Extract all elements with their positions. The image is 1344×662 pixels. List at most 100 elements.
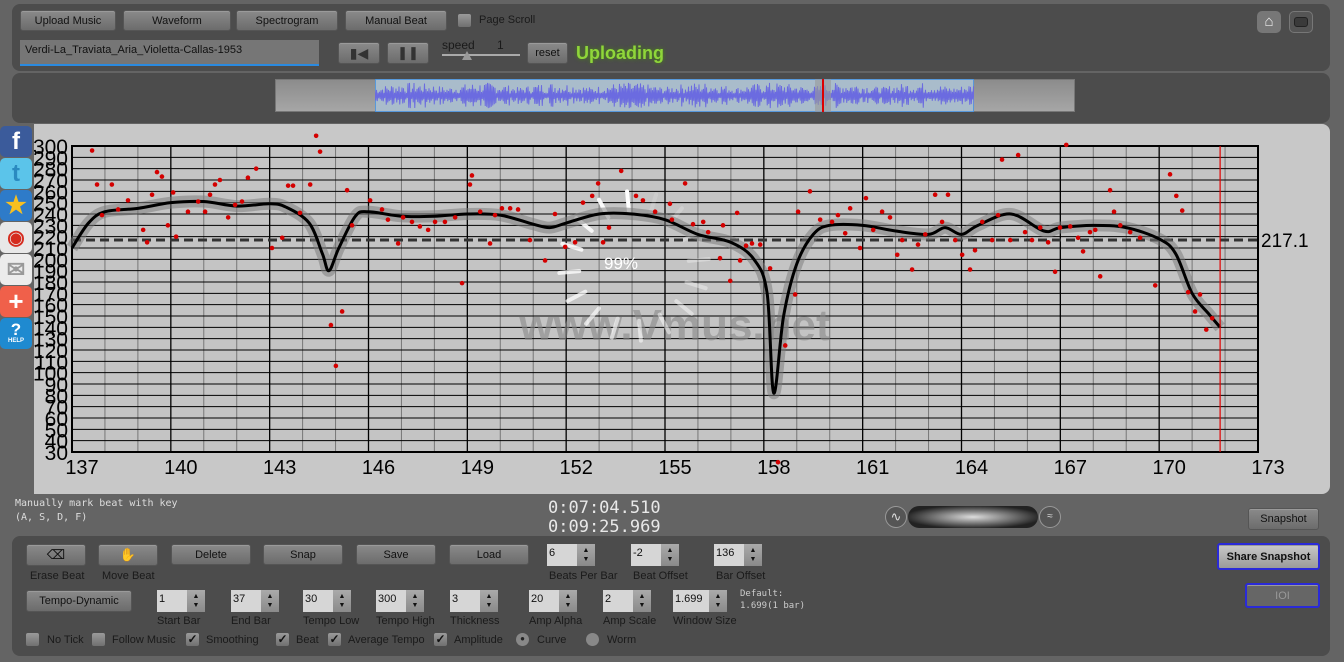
x-tick-label: 158 (757, 457, 790, 479)
view-mode-slider[interactable] (908, 506, 1038, 528)
checkbox-follow-music[interactable] (92, 633, 105, 646)
spin-spins2-1[interactable]: 37 ▲ ▼ (231, 590, 279, 612)
spin-value[interactable]: 136 (714, 544, 744, 566)
tempo-dynamic-button[interactable]: Tempo-Dynamic (26, 590, 132, 612)
pause-button[interactable]: ❚❚ (387, 42, 429, 64)
checkbox-amplitude[interactable]: ✓ (434, 633, 447, 646)
beat-point (847, 206, 853, 211)
checkbox-no-tick[interactable] (26, 633, 39, 646)
save-button[interactable]: Save (356, 544, 436, 565)
beat-point (149, 192, 155, 198)
spin-arrows-icon[interactable]: ▲ ▼ (633, 590, 651, 612)
spin-spins1-0[interactable]: 6 ▲ ▼ (547, 544, 595, 566)
beat-point (589, 193, 595, 199)
beat-point (115, 207, 121, 212)
spin-arrows-icon[interactable]: ▲ ▼ (187, 590, 205, 612)
beat-point (290, 183, 296, 188)
spin-arrows-icon[interactable]: ▲ ▼ (661, 544, 679, 566)
home-icon[interactable]: ⌂ (1257, 11, 1281, 33)
beat-point (782, 343, 788, 348)
spin-arrows-icon[interactable]: ▲ ▼ (709, 590, 727, 612)
beat-point (1111, 209, 1117, 215)
upload-music-button[interactable]: Upload Music (20, 10, 116, 31)
spin-spins1-2[interactable]: 136 ▲ ▼ (714, 544, 762, 566)
spin-spins2-3[interactable]: 300 ▲ ▼ (376, 590, 424, 612)
speed-slider[interactable] (442, 51, 520, 60)
overview-selection[interactable] (375, 79, 974, 112)
spin-value[interactable]: 3 (450, 590, 480, 612)
beat-point (1117, 223, 1123, 228)
checkbox-beat[interactable]: ✓ (276, 633, 289, 646)
spin-arrows-icon[interactable]: ▲ ▼ (480, 590, 498, 612)
share-snapshot-button[interactable]: Share Snapshot (1217, 543, 1320, 570)
beat-point (195, 199, 201, 204)
beat-point (467, 182, 473, 187)
spin-arrows-icon[interactable]: ▲ ▼ (577, 544, 595, 566)
radio-curve[interactable]: ● (516, 633, 529, 646)
spin-value[interactable]: 2 (603, 590, 633, 612)
waveform-mode-icon[interactable]: ∿ (885, 506, 907, 528)
spin-value[interactable]: 300 (376, 590, 406, 612)
spin-value[interactable]: 37 (231, 590, 261, 612)
spin-spins2-5[interactable]: 20 ▲ ▼ (529, 590, 577, 612)
spin-value[interactable]: -2 (631, 544, 661, 566)
spin-spins2-6[interactable]: 2 ▲ ▼ (603, 590, 651, 612)
x-tick-label: 143 (263, 457, 296, 479)
speed-slider-handle[interactable] (462, 51, 472, 60)
checkbox-label: Average Tempo (348, 634, 425, 646)
spin-arrows-icon[interactable]: ▲ ▼ (406, 590, 424, 612)
beat-point (452, 215, 458, 220)
beat-point (972, 247, 978, 253)
track-title-field[interactable]: Verdi-La_Traviata_Aria_Violetta-Callas-1… (20, 40, 319, 66)
spin-spins2-7[interactable]: 1.699 ▲ ▼ (673, 590, 727, 612)
beat-point (379, 207, 385, 212)
spin-value[interactable]: 1.699 (673, 590, 709, 612)
spin-value[interactable]: 1 (157, 590, 187, 612)
spin-arrows-icon[interactable]: ▲ ▼ (261, 590, 279, 612)
move-beat-button[interactable]: ✋ (98, 544, 158, 566)
spin-value[interactable]: 30 (303, 590, 333, 612)
waveform-button[interactable]: Waveform (123, 10, 231, 31)
tempo-chart[interactable]: 3040506070809010011012013014015016017018… (12, 124, 1330, 494)
spin-arrows-icon[interactable]: ▲ ▼ (333, 590, 351, 612)
checkbox-average-tempo[interactable]: ✓ (328, 633, 341, 646)
spin-arrows-icon[interactable]: ▲ ▼ (744, 544, 762, 566)
manual-beat-button[interactable]: Manual Beat (345, 10, 447, 31)
ioi-button[interactable]: IOI (1245, 583, 1320, 608)
beat-point (1080, 249, 1086, 254)
fullscreen-icon[interactable] (1289, 11, 1313, 33)
erase-beat-button[interactable]: ⌫ (26, 544, 86, 566)
spin-spins2-0[interactable]: 1 ▲ ▼ (157, 590, 205, 612)
spin-spins1-1[interactable]: -2 ▲ ▼ (631, 544, 679, 566)
page-scroll-checkbox[interactable] (458, 14, 471, 27)
load-button[interactable]: Load (449, 544, 529, 565)
beat-point (409, 219, 415, 225)
beat-point (580, 200, 586, 205)
rewind-button[interactable]: ▮◀ (338, 42, 380, 64)
beat-point (652, 209, 658, 215)
reset-button[interactable]: reset (527, 42, 568, 64)
spin-spins2-2[interactable]: 30 ▲ ▼ (303, 590, 351, 612)
spectrogram-button[interactable]: Spectrogram (236, 10, 338, 31)
total-time: 0:09:25.969 (548, 517, 661, 537)
beat-point (1092, 227, 1098, 233)
beat-point (1067, 224, 1073, 229)
spin-spins2-4[interactable]: 3 ▲ ▼ (450, 590, 498, 612)
beat-point (144, 240, 150, 245)
beat-point (432, 219, 438, 225)
beat-point (154, 169, 160, 175)
snapshot-button[interactable]: Snapshot (1248, 508, 1319, 530)
spin-value[interactable]: 6 (547, 544, 577, 566)
beat-point (307, 182, 313, 187)
spectrum-mode-icon[interactable]: ≈ (1039, 506, 1061, 528)
spin-arrows-icon[interactable]: ▲ ▼ (559, 590, 577, 612)
x-tick-label: 173 (1251, 457, 1284, 479)
beat-point (349, 223, 355, 228)
beat-point (207, 192, 213, 198)
snap-button[interactable]: Snap (263, 544, 343, 565)
delete-button[interactable]: Delete (171, 544, 251, 565)
spin-value[interactable]: 20 (529, 590, 559, 612)
checkbox-smoothing[interactable]: ✓ (186, 633, 199, 646)
radio-worm[interactable] (586, 633, 599, 646)
beat-point (1097, 274, 1103, 279)
